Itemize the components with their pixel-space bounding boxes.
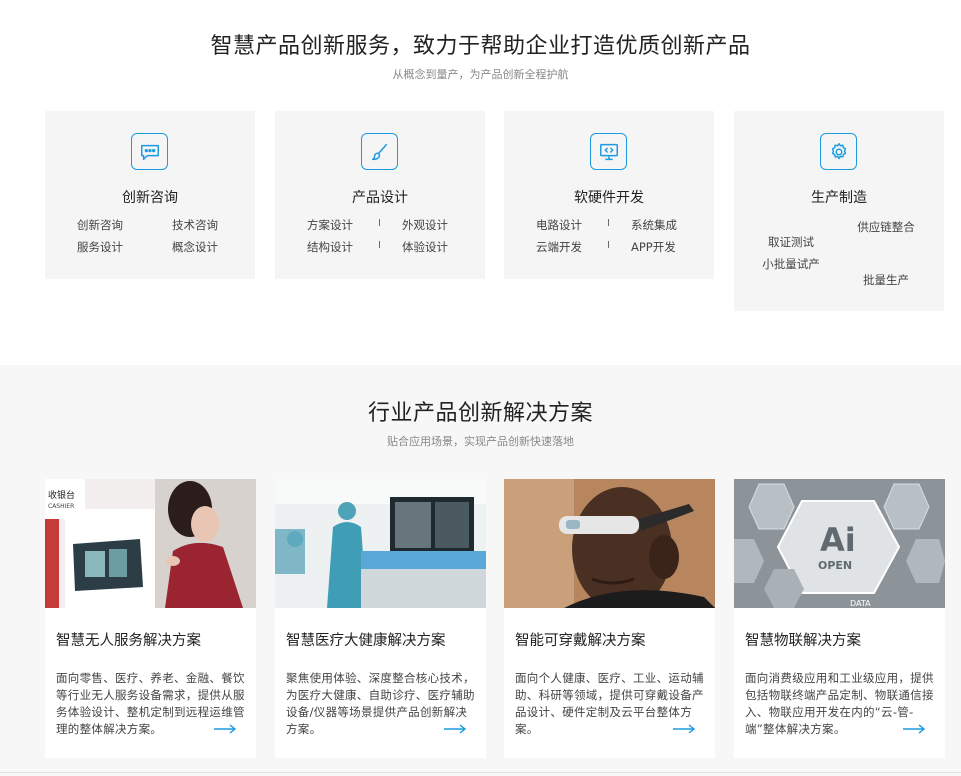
service-card-title: 产品设计 bbox=[352, 190, 408, 206]
service-card-title: 生产制造 bbox=[811, 190, 867, 206]
solutions-section: 行业产品创新解决方案 贴合应用场景，实现产品创新快速落地 收银台 CASHIER bbox=[0, 365, 961, 776]
service-item[interactable]: 创新咨询 bbox=[77, 217, 157, 233]
service-item[interactable]: 方案设计 bbox=[307, 217, 387, 233]
solution-title: 智慧物联解决方案 bbox=[745, 633, 861, 649]
services-title: 智慧产品创新服务，致力于帮助企业打造优质创新产品 bbox=[210, 34, 751, 59]
solution-title: 智慧医疗大健康解决方案 bbox=[286, 633, 446, 649]
solution-card-medical[interactable]: 智慧医疗大健康解决方案 聚焦使用体验、深度整合核心技术，为医疗大健康、自助诊疗、… bbox=[275, 479, 486, 758]
service-card-development[interactable]: 软硬件开发 电路设计 I 系统集成 云端开发 I APP开发 bbox=[504, 111, 714, 279]
services-subtitle: 从概念到量产，为产品创新全程护航 bbox=[392, 68, 569, 81]
medical-image bbox=[275, 479, 486, 608]
iot-image: Ai OPEN DATA bbox=[734, 479, 945, 608]
wearable-image bbox=[504, 479, 715, 608]
cashier-sign-text: 收银台 bbox=[48, 489, 75, 501]
service-card-design[interactable]: 产品设计 方案设计 I 外观设计 结构设计 I 体验设计 bbox=[275, 111, 485, 279]
solution-title: 智能可穿戴解决方案 bbox=[515, 633, 646, 649]
service-card-manufacturing[interactable]: 生产制造 供应链整合 取证测试 小批量试产 批量生产 bbox=[734, 111, 944, 311]
ai-text: Ai bbox=[820, 521, 856, 559]
service-item[interactable]: 外观设计 bbox=[402, 217, 482, 233]
service-item[interactable]: 技术咨询 bbox=[172, 217, 252, 233]
service-item[interactable]: 小批量试产 bbox=[761, 256, 821, 272]
service-item[interactable]: 系统集成 bbox=[631, 217, 711, 233]
item-separator: I bbox=[607, 240, 610, 251]
service-card-consulting[interactable]: 创新咨询 创新咨询 技术咨询 服务设计 概念设计 bbox=[45, 111, 255, 279]
arrow-right-icon[interactable] bbox=[213, 723, 237, 735]
chat-bubble-icon bbox=[131, 133, 168, 170]
arrow-right-icon[interactable] bbox=[672, 723, 696, 735]
arrow-right-icon[interactable] bbox=[443, 723, 467, 735]
item-separator: I bbox=[607, 218, 610, 229]
open-text: OPEN bbox=[818, 559, 852, 572]
bottom-divider bbox=[0, 772, 961, 773]
service-item[interactable]: 取证测试 bbox=[761, 234, 821, 250]
service-item[interactable]: APP开发 bbox=[631, 239, 711, 255]
solution-title: 智慧无人服务解决方案 bbox=[56, 633, 201, 649]
service-item[interactable]: 体验设计 bbox=[402, 239, 482, 255]
service-item[interactable]: 服务设计 bbox=[77, 239, 157, 255]
brush-icon bbox=[361, 133, 398, 170]
services-section: 智慧产品创新服务，致力于帮助企业打造优质创新产品 从概念到量产，为产品创新全程护… bbox=[0, 0, 961, 365]
service-item[interactable]: 结构设计 bbox=[307, 239, 387, 255]
gear-icon bbox=[820, 133, 857, 170]
cashier-sign-text-en: CASHIER bbox=[48, 503, 74, 510]
service-item[interactable]: 云端开发 bbox=[536, 239, 616, 255]
arrow-right-icon[interactable] bbox=[902, 723, 926, 735]
solutions-subtitle: 贴合应用场景，实现产品创新快速落地 bbox=[387, 435, 574, 448]
service-item[interactable]: 电路设计 bbox=[536, 217, 616, 233]
service-card-title: 创新咨询 bbox=[122, 190, 178, 206]
solution-card-iot[interactable]: Ai OPEN DATA 智慧物联解决方案 面向消费级应用和工业级应用，提供包括… bbox=[734, 479, 945, 758]
service-item[interactable]: 概念设计 bbox=[172, 239, 252, 255]
solution-card-wearable[interactable]: 智能可穿戴解决方案 面向个人健康、医疗、工业、运动辅助、科研等领域，提供可穿戴设… bbox=[504, 479, 715, 758]
service-card-title: 软硬件开发 bbox=[574, 190, 644, 206]
solutions-title: 行业产品创新解决方案 bbox=[367, 401, 593, 426]
service-item[interactable]: 批量生产 bbox=[856, 272, 916, 288]
service-item[interactable]: 供应链整合 bbox=[856, 219, 916, 235]
unmanned-service-image: 收银台 CASHIER bbox=[45, 479, 256, 608]
solution-card-unmanned-service[interactable]: 收银台 CASHIER 智慧无人服务解决方案 面向零售、医疗、养老、金融、餐饮等… bbox=[45, 479, 256, 758]
data-text: DATA bbox=[850, 599, 871, 608]
code-monitor-icon bbox=[590, 133, 627, 170]
item-separator: I bbox=[378, 218, 381, 229]
item-separator: I bbox=[378, 240, 381, 251]
